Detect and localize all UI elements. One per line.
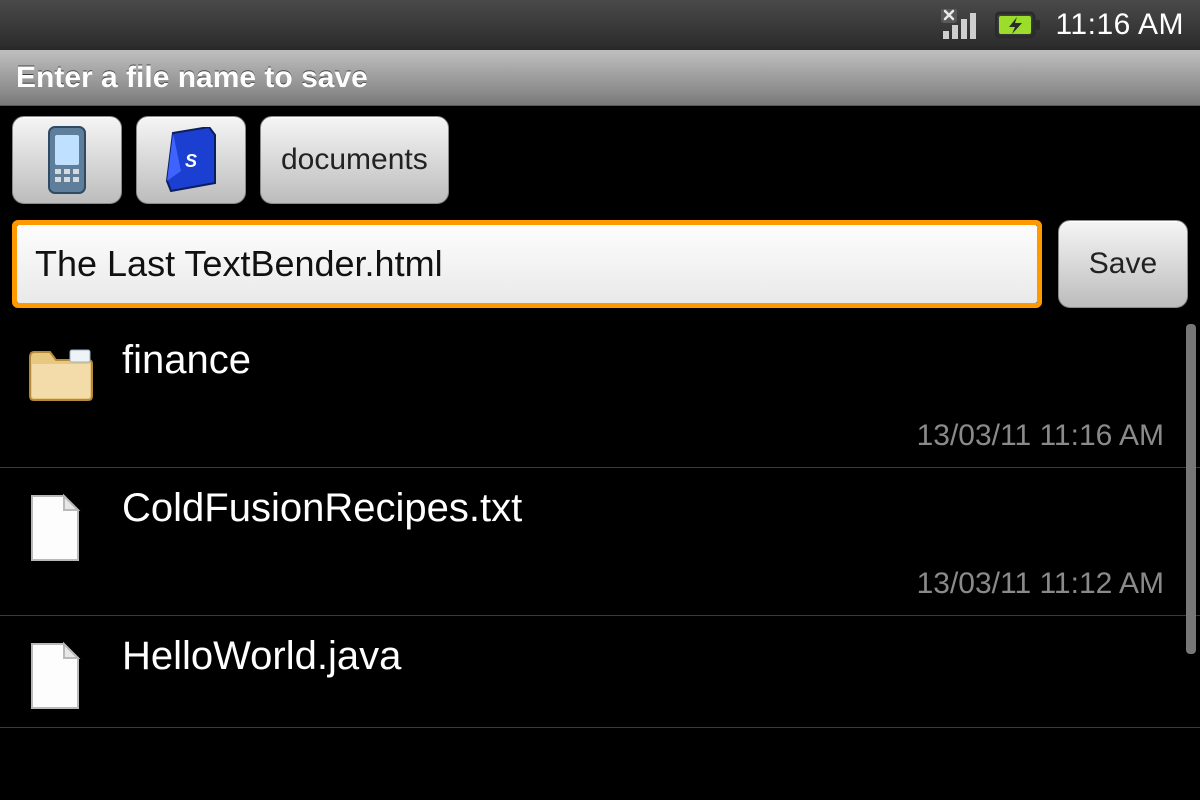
file-date: 13/03/11 11:12 AM — [917, 567, 1164, 601]
file-name: HelloWorld.java — [122, 634, 1174, 678]
scrollbar-thumb[interactable] — [1186, 324, 1196, 654]
file-name: finance — [122, 338, 1174, 382]
folder-icon — [26, 338, 96, 407]
phone-icon — [43, 125, 91, 195]
file-icon — [26, 486, 96, 569]
svg-text:S: S — [185, 151, 197, 171]
file-text: ColdFusionRecipes.txt — [122, 486, 1174, 530]
file-text: finance — [122, 338, 1174, 382]
device-storage-button[interactable] — [12, 116, 122, 204]
folder-path-button[interactable]: documents — [260, 116, 449, 204]
file-name: ColdFusionRecipes.txt — [122, 486, 1174, 530]
list-item[interactable]: ColdFusionRecipes.txt 13/03/11 11:12 AM — [0, 468, 1200, 616]
status-clock: 11:16 AM — [1055, 8, 1184, 42]
list-item[interactable]: finance 13/03/11 11:16 AM — [0, 320, 1200, 468]
scrollbar[interactable] — [1186, 324, 1196, 796]
file-text: HelloWorld.java — [122, 634, 1174, 678]
file-list: finance 13/03/11 11:16 AM ColdFusionReci… — [0, 320, 1200, 800]
list-item[interactable]: HelloWorld.java — [0, 616, 1200, 728]
status-bar: 11:16 AM — [0, 0, 1200, 50]
file-icon — [26, 634, 96, 717]
filename-row: Save — [0, 216, 1200, 320]
file-date: 13/03/11 11:16 AM — [917, 419, 1164, 453]
path-breadcrumb: S documents — [0, 106, 1200, 216]
folder-path-label: documents — [281, 143, 428, 177]
sd-card-icon: S — [161, 127, 221, 193]
save-button-label: Save — [1089, 247, 1157, 280]
save-button[interactable]: Save — [1058, 220, 1188, 308]
battery-charging-icon — [995, 10, 1041, 40]
signal-icon — [941, 9, 981, 41]
sd-card-button[interactable]: S — [136, 116, 246, 204]
filename-input-wrap — [12, 220, 1042, 308]
dialog-title: Enter a file name to save — [16, 61, 368, 95]
dialog-title-bar: Enter a file name to save — [0, 50, 1200, 106]
filename-input[interactable] — [17, 225, 1037, 303]
